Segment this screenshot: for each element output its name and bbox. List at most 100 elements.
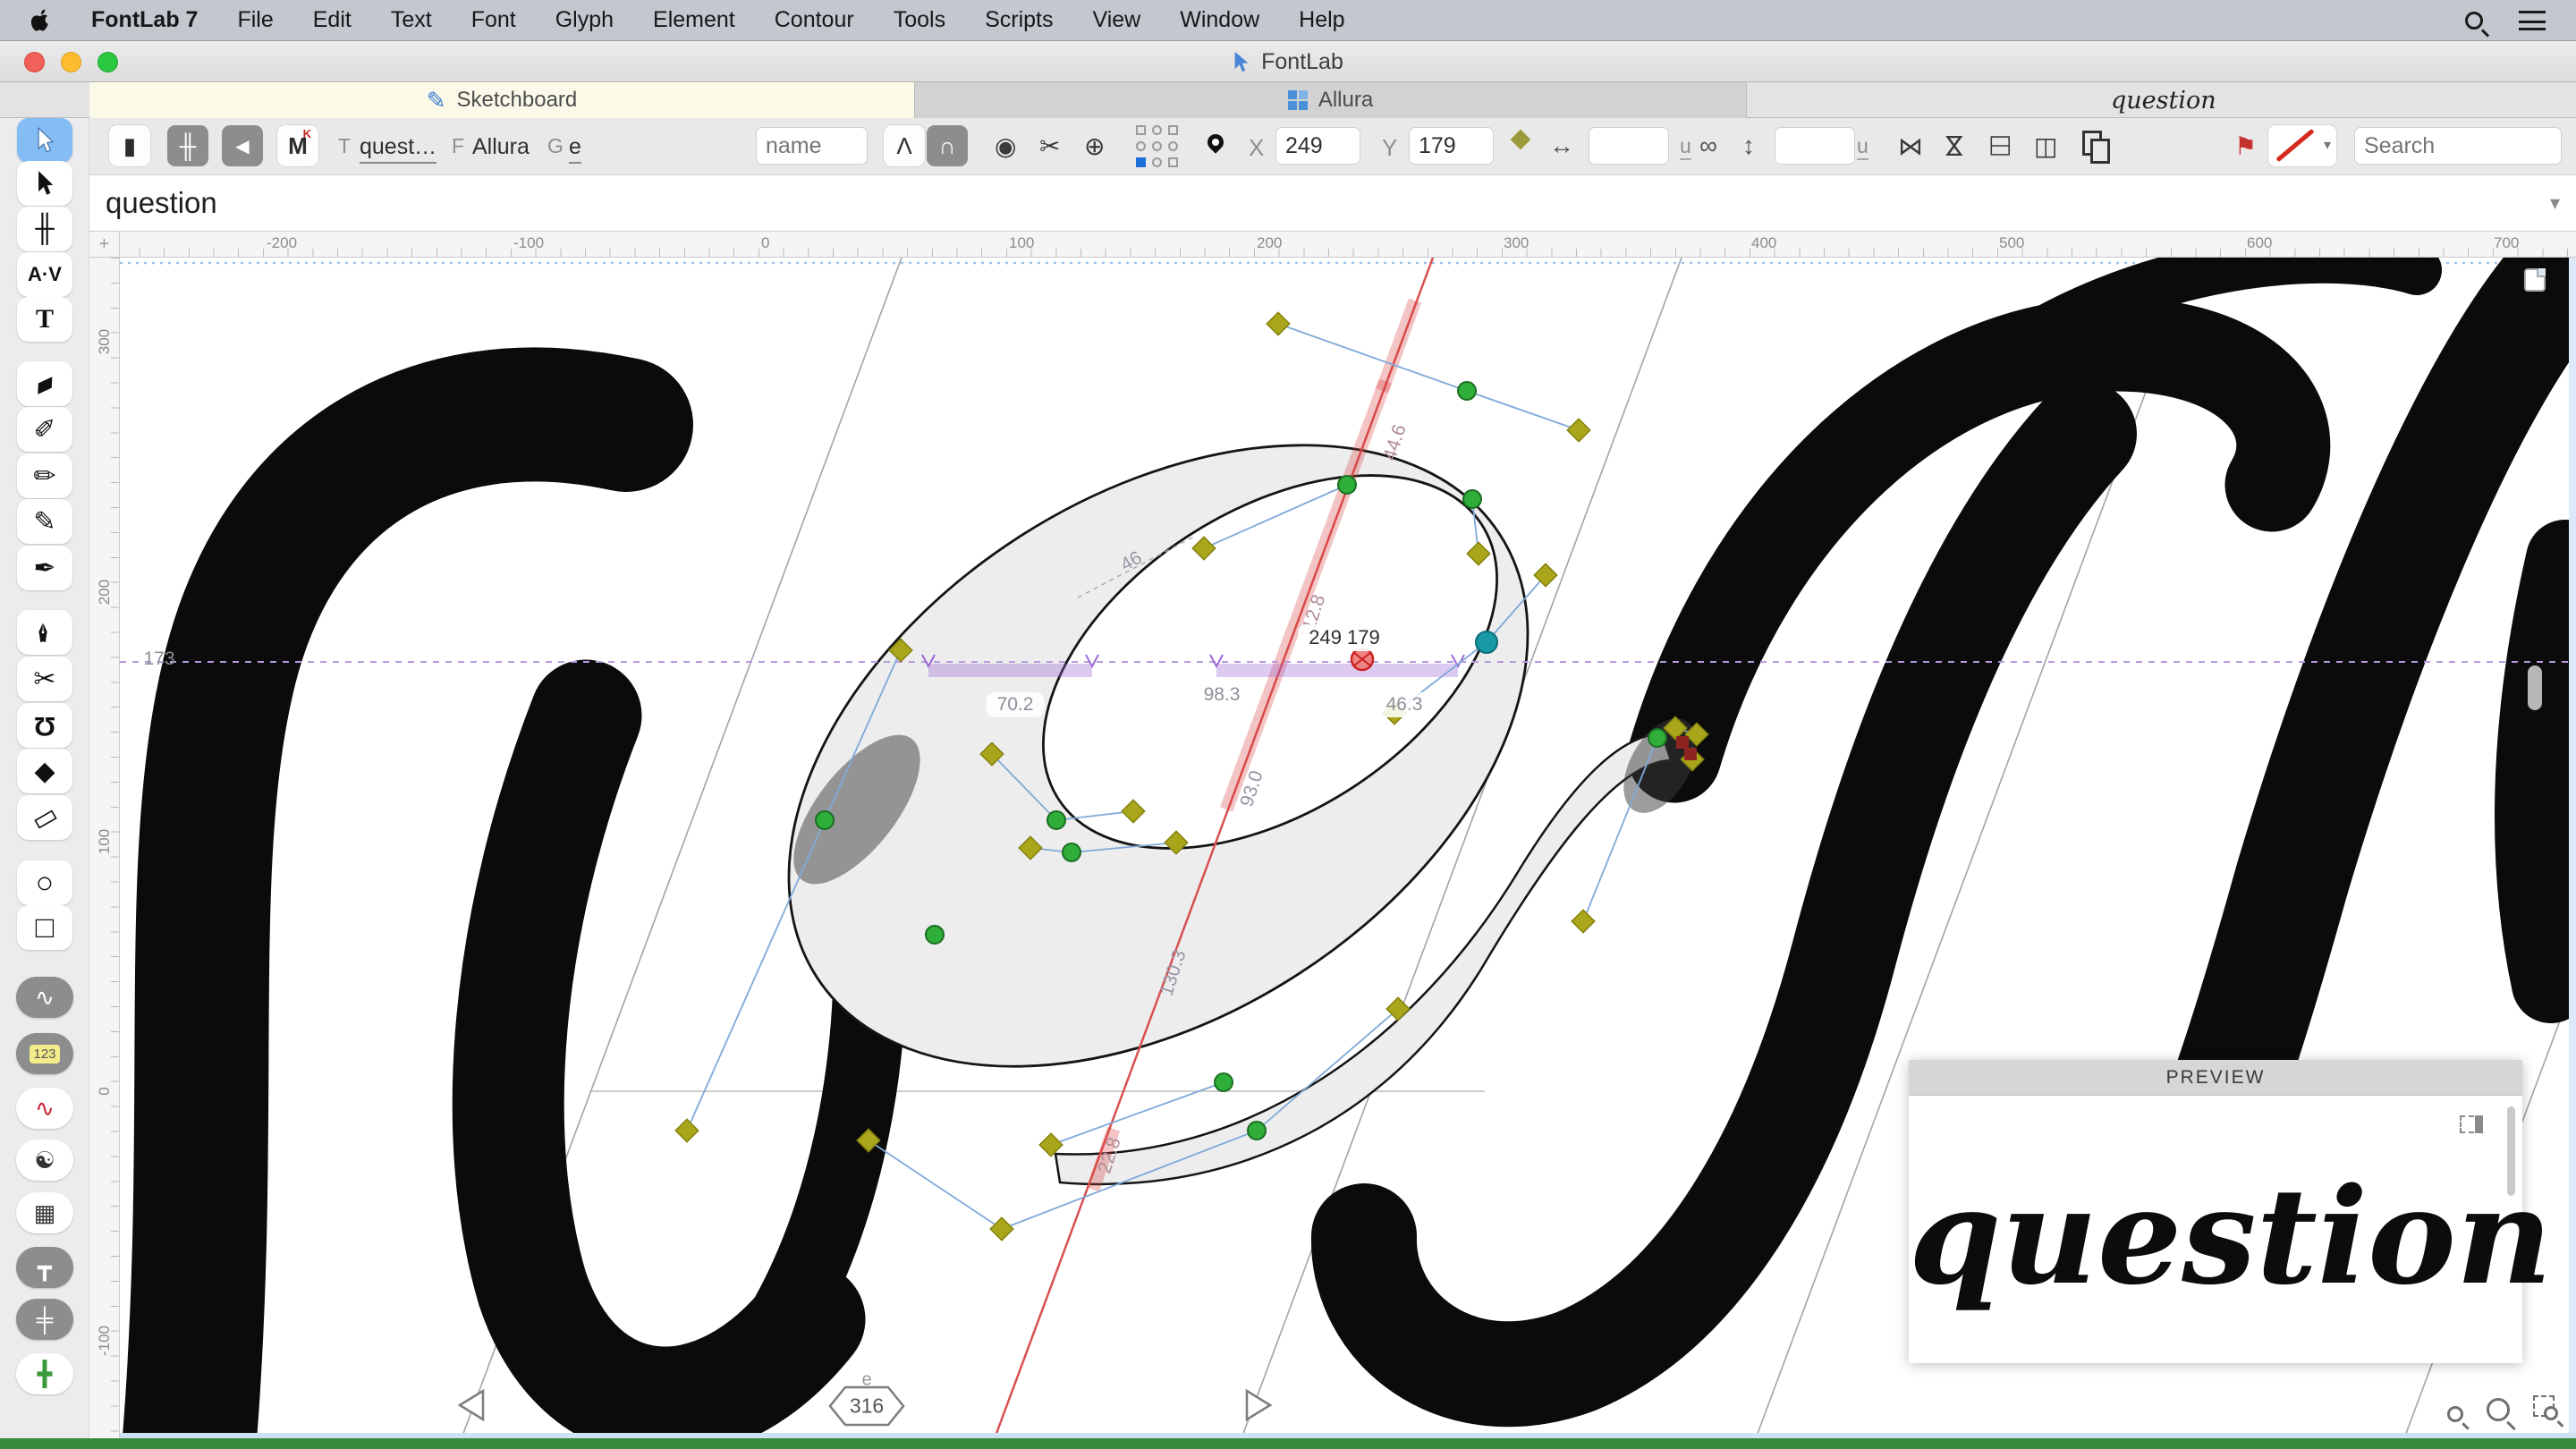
y-coordinate-label: Y <box>1382 134 1398 161</box>
advance-width-value[interactable]: 316 <box>850 1394 884 1419</box>
rapid-tool[interactable]: ✎ <box>17 499 72 544</box>
sharp-node-button[interactable]: Λ <box>884 125 925 166</box>
metrics-mode-button[interactable]: ╫ <box>167 125 208 166</box>
toggle-curvature[interactable]: ∿ <box>16 977 73 1018</box>
smooth-node-selected-adjacent[interactable] <box>1475 631 1498 654</box>
brush-tool[interactable]: ✐ <box>17 407 72 452</box>
x-coordinate-input[interactable] <box>1275 127 1360 165</box>
glyph-field-value[interactable]: e <box>569 134 581 164</box>
kerning-tool[interactable]: A·V <box>17 252 72 297</box>
horizontal-ruler[interactable]: -200 -100 0 100 200 300 400 500 600 700 <box>89 232 2576 258</box>
width-input[interactable] <box>1589 127 1669 165</box>
width-units-label[interactable]: u <box>1680 134 1691 160</box>
measure-xh-left: 70.2 <box>986 692 1045 717</box>
text-content-bar[interactable]: question ▾ <box>89 175 2576 232</box>
measure-pin-icon[interactable] <box>1510 129 1531 150</box>
toggle-nodes[interactable]: ∿ <box>16 1088 73 1129</box>
menu-font[interactable]: Font <box>471 7 516 33</box>
right-panel-grip[interactable] <box>2528 665 2542 710</box>
panel-toggle-button[interactable]: ▮ <box>109 125 150 166</box>
transform-origin-selector[interactable] <box>1134 123 1181 170</box>
align-vertical-icon[interactable]: ◫ <box>1982 134 2023 157</box>
menu-glyph[interactable]: Glyph <box>555 7 614 33</box>
current-glyph-e[interactable] <box>675 317 1673 1195</box>
location-pin-icon[interactable] <box>1204 131 1227 154</box>
contour-select-tool[interactable] <box>17 118 72 163</box>
pen-tool[interactable]: ✒ <box>17 546 72 590</box>
menu-help[interactable]: Help <box>1299 7 1344 33</box>
toggle-measurements[interactable]: 123 <box>16 1033 73 1074</box>
preview-options-icon[interactable] <box>2460 1115 2483 1133</box>
flip-vertical-icon[interactable]: ⋈ <box>1935 133 1976 158</box>
window-title-bar[interactable]: FontLab <box>0 41 2576 82</box>
menu-contour[interactable]: Contour <box>775 7 854 33</box>
menu-window[interactable]: Window <box>1180 7 1259 33</box>
guide-color-swatch[interactable]: ▾ <box>2268 125 2336 166</box>
add-node-icon[interactable]: ⊕ <box>1084 125 1105 166</box>
power-brush-tool[interactable]: ✒ <box>17 610 72 655</box>
metrics-tool[interactable]: ╫ <box>17 207 72 251</box>
font-field-value[interactable]: Allura <box>472 134 530 160</box>
element-select-tool[interactable] <box>17 161 72 206</box>
previous-glyph-button[interactable]: ◀ <box>222 125 263 166</box>
align-horizontal-icon[interactable]: ◫ <box>2034 125 2057 166</box>
note-icon[interactable] <box>2524 268 2546 292</box>
vertical-ruler[interactable]: 300 200 100 0 -100 <box>89 258 120 1438</box>
spotlight-search-icon[interactable] <box>2465 12 2483 30</box>
flip-horizontal-icon[interactable]: ⋈ <box>1898 125 1923 166</box>
toggle-guides[interactable]: ┳ <box>16 1247 73 1288</box>
slice-icon[interactable]: ✂ <box>1039 125 1060 166</box>
y-coordinate-input[interactable] <box>1409 127 1494 165</box>
tab-allura[interactable]: Allura <box>915 82 1747 118</box>
power-brush-icon: ✒ <box>30 621 60 644</box>
menu-app-name[interactable]: FontLab 7 <box>91 7 198 33</box>
toggle-grid[interactable]: ▦ <box>16 1192 73 1233</box>
ellipse-tool[interactable]: ○ <box>17 860 72 905</box>
apple-icon[interactable] <box>30 8 52 33</box>
rectangle-tool[interactable]: □ <box>17 905 72 950</box>
tab-sketchboard[interactable]: ✎ Sketchboard <box>89 82 915 118</box>
measure-xh-mid: 98.3 <box>1192 682 1251 708</box>
menu-view[interactable]: View <box>1092 7 1140 33</box>
menu-tools[interactable]: Tools <box>894 7 945 33</box>
fill-tool[interactable]: ◆ <box>17 749 72 793</box>
xheight-value-label: 173 <box>143 648 175 669</box>
ruler-tool[interactable]: ▭ <box>17 795 72 840</box>
toggle-hints[interactable]: ╪ <box>16 1299 73 1340</box>
menu-text[interactable]: Text <box>391 7 432 33</box>
text-tool[interactable]: T <box>17 297 72 342</box>
zoom-in-icon[interactable] <box>2487 1398 2516 1431</box>
height-units-label[interactable]: u <box>1857 134 1868 160</box>
text-content[interactable]: question <box>106 186 217 220</box>
preview-panel-title[interactable]: PREVIEW <box>1909 1060 2522 1096</box>
height-arrow-icon[interactable]: ↕ <box>1742 125 1755 166</box>
search-input[interactable] <box>2354 127 2562 165</box>
height-input[interactable] <box>1775 127 1855 165</box>
magnet-tool[interactable]: Ω <box>17 703 72 748</box>
smooth-node-button[interactable]: ∩ <box>927 125 968 166</box>
menu-scripts[interactable]: Scripts <box>985 7 1053 33</box>
textbar-dropdown-icon[interactable]: ▾ <box>2550 191 2560 215</box>
name-input[interactable] <box>756 127 868 165</box>
eraser-tool[interactable]: ▰ <box>17 361 72 406</box>
text-field-value[interactable]: quest… <box>360 134 437 164</box>
duplicate-icon[interactable] <box>2082 131 2110 164</box>
menu-element[interactable]: Element <box>653 7 735 33</box>
menu-list-icon[interactable] <box>2519 11 2546 30</box>
pencil-icon: ✏ <box>33 461 56 491</box>
link-icon[interactable]: ∞ <box>1699 125 1717 166</box>
node-type-icon[interactable]: ◉ <box>995 125 1016 166</box>
toggle-cells[interactable]: ╋ <box>16 1353 73 1394</box>
cells-icon: ╋ <box>38 1360 52 1387</box>
menu-file[interactable]: File <box>237 7 273 33</box>
menu-edit[interactable]: Edit <box>313 7 352 33</box>
knife-tool[interactable]: ✂ <box>17 657 72 701</box>
zoom-out-icon[interactable] <box>2447 1406 2470 1430</box>
preview-panel[interactable]: PREVIEW question <box>1909 1060 2552 1363</box>
flag-icon[interactable]: ⚑ <box>2234 125 2257 166</box>
canvas-right-scroll-strip[interactable] <box>2569 258 2576 1433</box>
pencil-tool[interactable]: ✏ <box>17 453 72 498</box>
kerning-mode-button[interactable]: M K <box>277 125 318 166</box>
toggle-mask[interactable]: ☯ <box>16 1140 73 1181</box>
width-arrow-icon[interactable]: ↔ <box>1549 125 1574 166</box>
